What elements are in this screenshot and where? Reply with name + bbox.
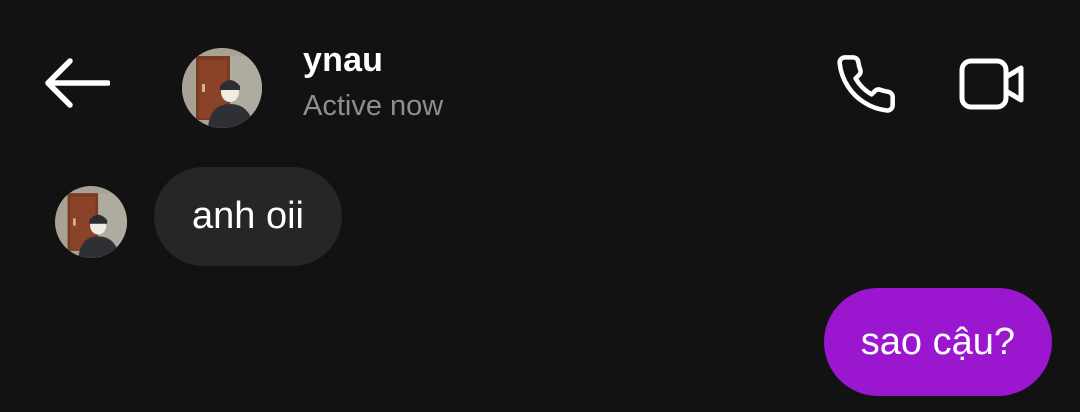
incoming-message-bubble[interactable]: anh oii	[154, 167, 342, 266]
active-status: Active now	[303, 90, 444, 122]
back-button[interactable]	[38, 50, 114, 116]
contact-avatar[interactable]	[182, 48, 262, 128]
voice-call-button[interactable]	[826, 46, 906, 122]
message-text: anh oii	[192, 195, 304, 237]
contact-name[interactable]: ynau	[303, 41, 383, 80]
video-call-button[interactable]	[950, 46, 1034, 122]
chat-screen: ynau Active now anh oii sao cậu?	[0, 0, 1080, 412]
outgoing-message-bubble[interactable]: sao cậu?	[823, 288, 1052, 396]
sender-avatar[interactable]	[55, 186, 127, 258]
phone-icon	[834, 52, 898, 116]
arrow-left-icon	[42, 57, 110, 109]
video-camera-icon	[958, 56, 1026, 112]
message-text: sao cậu?	[860, 320, 1015, 363]
